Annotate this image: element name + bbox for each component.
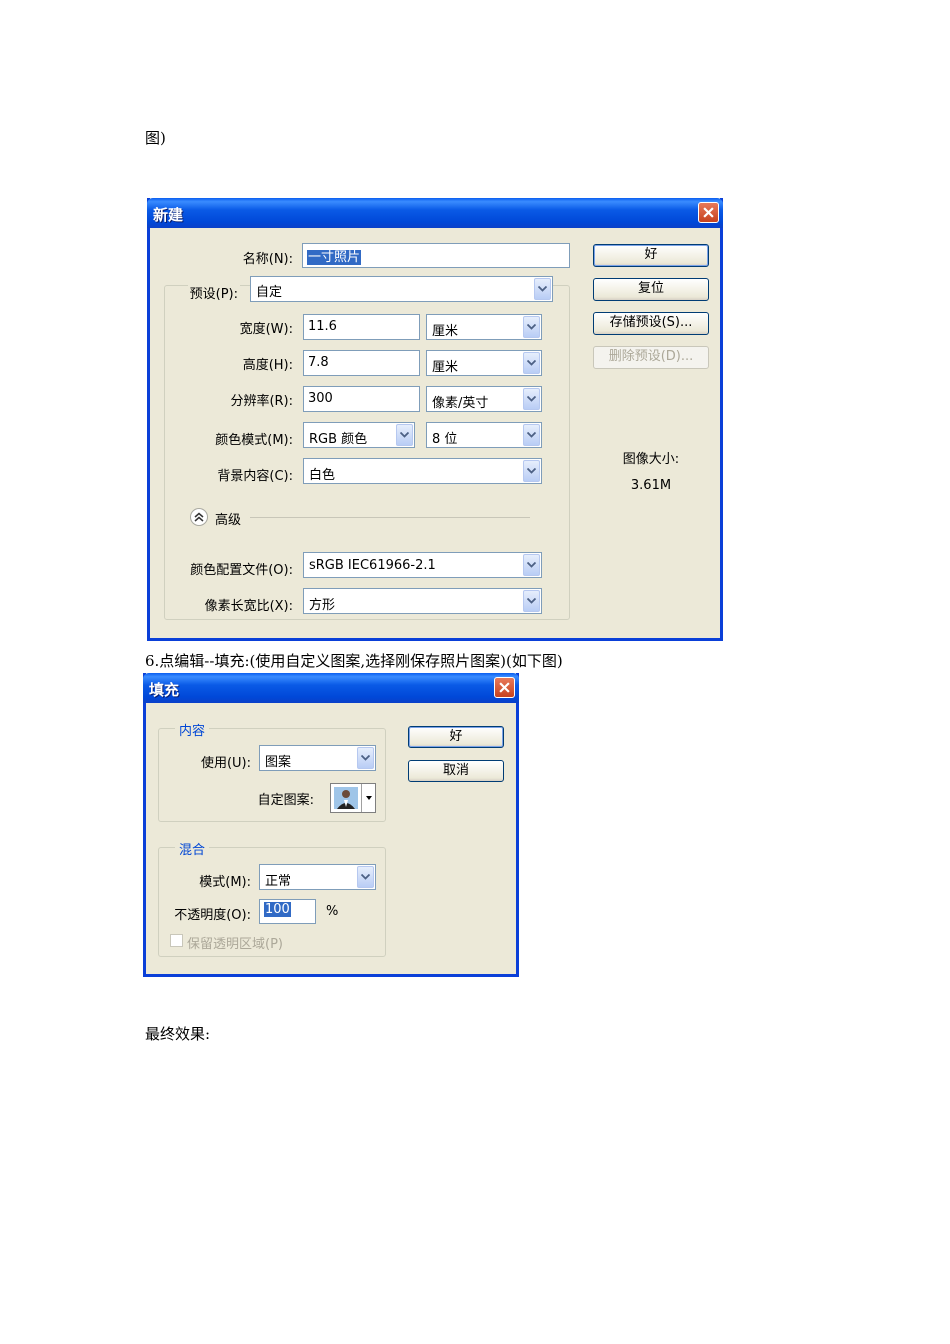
triangle-down-icon[interactable] [361,784,375,812]
content-group-title: 内容 [175,720,210,739]
height-label: 高度(H): [242,358,293,373]
width-unit-value: 厘米 [432,324,459,339]
width-unit-select[interactable]: 厘米 [426,314,542,340]
height-unit-value: 厘米 [432,360,459,375]
chevron-down-icon[interactable] [534,278,551,300]
name-input-value: 一寸照片 [307,250,362,265]
chevron-down-icon[interactable] [523,554,540,576]
fill-dialog-titlebar: 填充 [143,673,519,703]
custom-pattern-label: 自定图案: [257,793,314,808]
ok-button[interactable]: 好 [593,244,709,267]
bit-depth-value: 8 位 [432,432,458,447]
pattern-picker[interactable] [330,783,376,813]
resolution-unit-value: 像素/英寸 [432,396,489,411]
preserve-transparency-label: 保留透明区域(P) [187,937,283,952]
advanced-label: 高级 [215,513,242,528]
mode-label: 模式(M): [199,875,251,890]
use-select[interactable]: 图案 [259,745,376,771]
color-profile-select[interactable]: sRGB IEC61966-2.1 [303,552,542,578]
opacity-unit: % [326,904,339,919]
opacity-label: 不透明度(O): [174,908,251,923]
fill-dialog: 填充 内容 使用(U): 图案 自定图案: 混合 模式(M): 正常 不透明度(… [143,673,519,977]
step6-text: 6.点编辑--填充:(使用自定义图案,选择刚保存照片图案)(如下图) [145,652,563,670]
close-icon[interactable] [494,677,515,698]
height-unit-select[interactable]: 厘米 [426,350,542,376]
use-value: 图案 [265,755,292,770]
pixel-aspect-label: 像素长宽比(X): [204,599,293,614]
new-document-dialog: 新建 名称(N): 一寸照片 预设(P): 自定 宽度(W): 11.6 厘米 … [147,198,723,641]
opacity-input[interactable]: 100 [259,899,316,924]
mode-value: 正常 [265,874,292,889]
background-select[interactable]: 白色 [303,458,542,484]
reset-button[interactable]: 复位 [593,278,709,301]
delete-preset-button[interactable]: 删除预设(D)... [593,346,709,369]
background-label: 背景内容(C): [217,469,293,484]
chevron-down-icon[interactable] [357,747,374,769]
fill-dialog-title: 填充 [149,681,180,699]
blend-group-title: 混合 [175,839,210,858]
color-profile-value: sRGB IEC61966-2.1 [309,558,436,573]
preset-select[interactable]: 自定 [250,276,553,302]
preserve-transparency-checkbox[interactable] [170,934,183,947]
chevron-down-icon[interactable] [523,590,540,612]
chevron-up-icon [194,512,204,522]
color-profile-label: 颜色配置文件(O): [190,563,293,578]
portrait-pattern-icon [334,787,358,809]
opacity-value: 100 [264,902,291,917]
chevron-down-icon[interactable] [396,424,413,446]
pixel-aspect-select[interactable]: 方形 [303,588,542,614]
resolution-unit-select[interactable]: 像素/英寸 [426,386,542,412]
preset-value: 自定 [256,285,283,300]
doc-fragment-text: 图) [145,129,166,147]
advanced-divider [250,517,530,518]
image-size-label: 图像大小: [622,452,680,467]
background-value: 白色 [309,468,336,483]
pixel-aspect-value: 方形 [309,598,336,613]
chevron-down-icon[interactable] [523,352,540,374]
color-mode-value: RGB 颜色 [309,432,368,447]
close-icon[interactable] [698,202,719,223]
chevron-down-icon[interactable] [523,316,540,338]
image-size-value: 3.61M [630,478,672,493]
name-input[interactable]: 一寸照片 [302,243,570,268]
preset-label: 预设(P): [187,283,240,302]
cancel-button[interactable]: 取消 [408,760,504,782]
color-mode-label: 颜色模式(M): [215,433,293,448]
chevron-down-icon[interactable] [357,866,374,888]
chevron-down-icon[interactable] [523,424,540,446]
resolution-label: 分辨率(R): [230,394,293,409]
name-label: 名称(N): [242,252,293,267]
width-label: 宽度(W): [239,322,293,337]
mode-select[interactable]: 正常 [259,864,376,890]
chevron-down-icon[interactable] [523,388,540,410]
color-mode-select[interactable]: RGB 颜色 [303,422,415,448]
final-effect-text: 最终效果: [145,1025,211,1043]
chevron-down-icon[interactable] [523,460,540,482]
new-dialog-titlebar: 新建 [147,198,723,228]
save-preset-button[interactable]: 存储预设(S)... [593,312,709,335]
height-input[interactable]: 7.8 [303,350,420,376]
new-dialog-title: 新建 [153,206,184,224]
ok-button[interactable]: 好 [408,726,504,748]
advanced-toggle[interactable] [190,508,208,526]
width-input[interactable]: 11.6 [303,314,420,340]
bit-depth-select[interactable]: 8 位 [426,422,542,448]
resolution-input[interactable]: 300 [303,386,420,412]
use-label: 使用(U): [200,756,251,771]
